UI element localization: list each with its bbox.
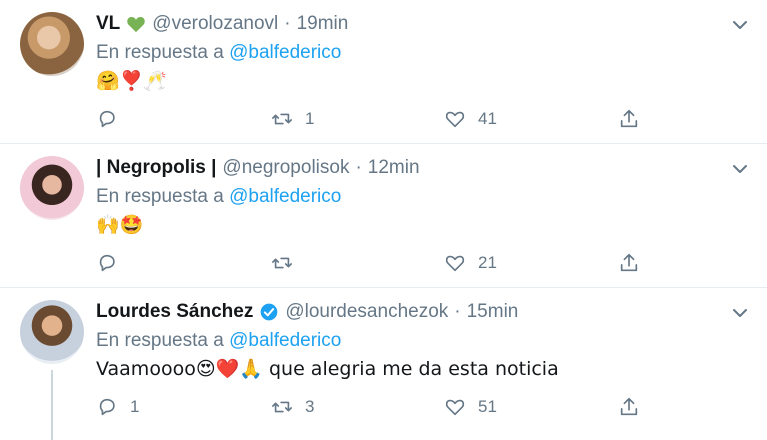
green-heart-icon [126, 15, 146, 33]
like-count: 21 [478, 253, 497, 272]
chevron-down-icon[interactable] [731, 160, 749, 178]
tweet[interactable]: | Negropolis | @negropolisok · 12min En … [0, 144, 767, 288]
reply-count: 1 [130, 397, 140, 416]
avatar[interactable] [20, 156, 84, 220]
share-icon [620, 109, 638, 128]
like-count: 51 [478, 397, 497, 416]
retweet-button[interactable] [271, 250, 305, 276]
like-count: 41 [478, 109, 497, 128]
tweet-text: Vaamoooo😍❤️🙏 que alegria me da esta noti… [96, 358, 559, 380]
tweet-actions: 21 [96, 250, 656, 276]
share-button[interactable] [618, 250, 640, 276]
retweet-count: 1 [305, 109, 315, 128]
reply-context: En respuesta a @balfederico [96, 41, 341, 65]
share-icon [620, 253, 638, 272]
reply-mention-link[interactable]: @balfederico [229, 186, 341, 207]
verified-badge-icon [259, 302, 279, 322]
display-name[interactable]: VL [96, 12, 120, 36]
separator-dot: · [454, 301, 461, 322]
reply-context: En respuesta a @balfederico [96, 329, 341, 353]
retweet-button[interactable]: 3 [271, 394, 314, 420]
timestamp[interactable]: 15min [467, 300, 519, 324]
display-name[interactable]: Lourdes Sánchez [96, 300, 253, 324]
reply-button[interactable]: 1 [96, 394, 139, 420]
tweet-header: VL @verolozanovl · 19min [96, 12, 348, 36]
separator-dot: · [284, 13, 291, 34]
timestamp[interactable]: 19min [297, 12, 349, 36]
heart-icon [445, 399, 465, 416]
tweet[interactable]: VL @verolozanovl · 19min En respuesta a … [0, 0, 767, 144]
retweet-icon [272, 113, 292, 125]
share-icon [620, 397, 638, 416]
heart-icon [445, 111, 465, 128]
tweet-actions: 1 41 [96, 106, 656, 132]
tweet-header: Lourdes Sánchez @lourdesanchezok · 15min [96, 300, 518, 324]
reply-mention-link[interactable]: @balfederico [229, 330, 341, 351]
chevron-down-icon[interactable] [731, 16, 749, 34]
tweet-header: | Negropolis | @negropolisok · 12min [96, 156, 420, 180]
timestamp[interactable]: 12min [368, 156, 420, 180]
tweet-text: 🙌🤩 [96, 214, 144, 236]
retweet-icon [272, 257, 292, 269]
like-button[interactable]: 21 [444, 250, 497, 276]
reply-mention-link[interactable]: @balfederico [229, 42, 341, 63]
separator-dot: · [355, 157, 362, 178]
display-name[interactable]: | Negropolis | [96, 156, 216, 180]
user-handle[interactable]: @verolozanovl [152, 12, 278, 36]
reply-context: En respuesta a @balfederico [96, 185, 341, 209]
reply-prefix: En respuesta a [96, 330, 224, 351]
retweet-icon [272, 401, 292, 413]
reply-icon [99, 398, 115, 416]
reply-button[interactable] [96, 250, 130, 276]
retweet-count: 3 [305, 397, 315, 416]
tweet[interactable]: Lourdes Sánchez @lourdesanchezok · 15min… [0, 288, 767, 440]
avatar[interactable] [20, 300, 84, 364]
reply-icon [99, 110, 115, 128]
tweet-text: 🤗❣️🥂 [96, 70, 167, 92]
user-handle[interactable]: @lourdesanchezok [285, 300, 448, 324]
avatar[interactable] [20, 12, 84, 76]
user-handle[interactable]: @negropolisok [222, 156, 349, 180]
chevron-down-icon[interactable] [731, 304, 749, 322]
reply-button[interactable] [96, 106, 130, 132]
like-button[interactable]: 51 [444, 394, 497, 420]
reply-icon [99, 254, 115, 272]
reply-prefix: En respuesta a [96, 42, 224, 63]
like-button[interactable]: 41 [444, 106, 497, 132]
heart-icon [445, 255, 465, 272]
share-button[interactable] [618, 106, 640, 132]
retweet-button[interactable]: 1 [271, 106, 314, 132]
share-button[interactable] [618, 394, 640, 420]
reply-prefix: En respuesta a [96, 186, 224, 207]
tweet-actions: 1 3 51 [96, 394, 656, 420]
